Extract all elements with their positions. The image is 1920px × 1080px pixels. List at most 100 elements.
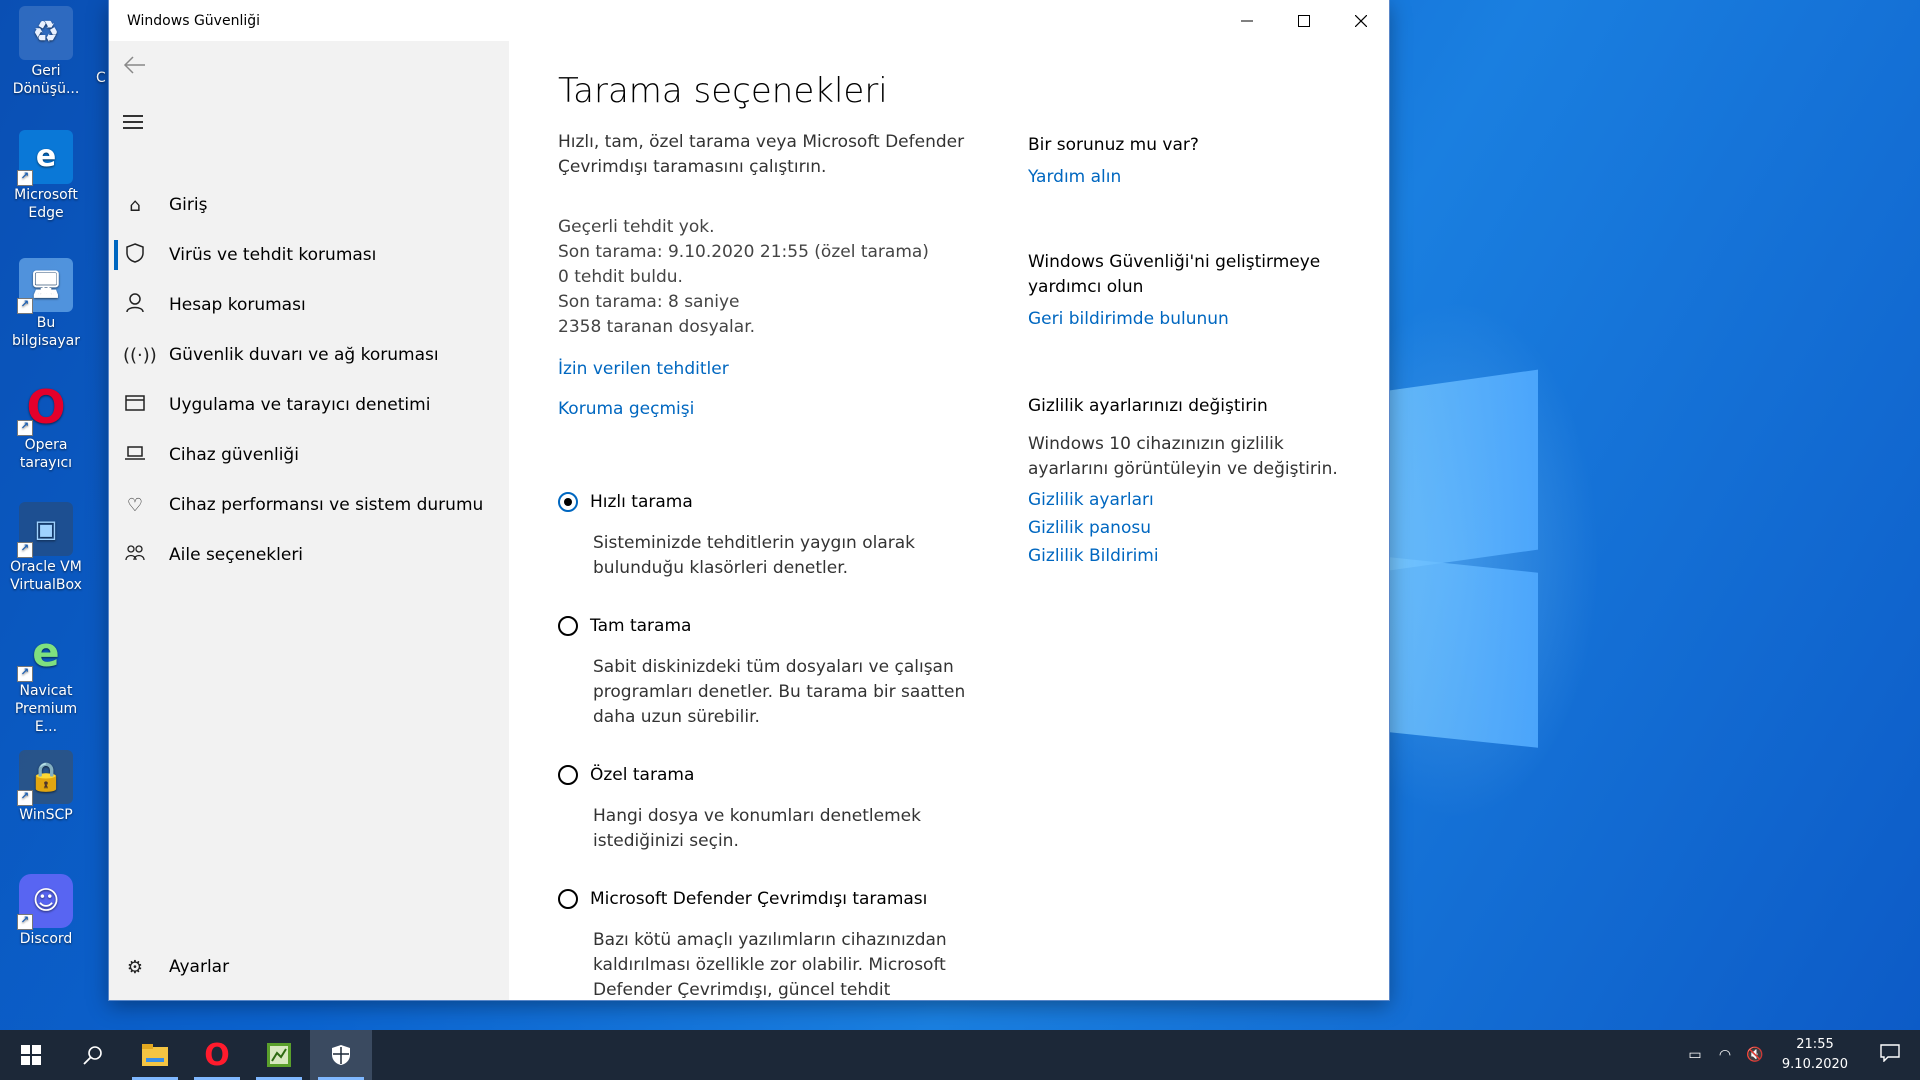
clock[interactable]: 21:55 9.10.2020 <box>1770 1035 1860 1075</box>
taskbar-file-explorer[interactable] <box>124 1030 186 1080</box>
scan-option-label: Özel tarama <box>590 765 695 785</box>
wireless-icon: ((·)) <box>123 344 157 366</box>
offline-scan-option[interactable]: Microsoft Defender Çevrimdışı taraması <box>558 889 927 909</box>
close-button[interactable] <box>1332 0 1389 41</box>
search-button[interactable] <box>62 1030 124 1080</box>
clock-time: 21:55 <box>1796 1037 1834 1052</box>
family-icon <box>123 544 147 567</box>
privacy-description: Windows 10 cihazınızın gizlilik ayarları… <box>1028 434 1338 479</box>
allowed-threats-link[interactable]: İzin verilen tehditler <box>558 359 729 379</box>
sidebar-item-label: Giriş <box>169 195 208 215</box>
status-line: Son tarama: 9.10.2020 21:55 (özel tarama… <box>558 242 929 262</box>
desktop-icon-winscp[interactable]: 🔒 ↗ WinSCP <box>2 744 90 824</box>
radio-button[interactable] <box>558 765 578 785</box>
desktop-icon-this-pc[interactable]: 🖥 ↗ Bu bilgisayar <box>2 252 90 350</box>
maximize-button[interactable] <box>1275 0 1332 41</box>
start-button[interactable] <box>0 1030 62 1080</box>
privacy-settings-link[interactable]: Gizlilik ayarları <box>1028 490 1358 510</box>
sidebar-item-settings[interactable]: ⚙ Ayarlar <box>109 944 509 990</box>
windows-security-icon <box>332 1045 350 1065</box>
virtualbox-icon: ▣ ↗ <box>17 502 73 558</box>
title-bar[interactable]: Windows Güvenliği <box>109 0 1389 41</box>
radio-button[interactable] <box>558 616 578 636</box>
scan-status: Geçerli tehdit yok. Son tarama: 9.10.202… <box>558 215 978 340</box>
hamburger-line <box>123 115 143 117</box>
scan-option-description: Bazı kötü amaçlı yazılımların cihazınızd… <box>593 930 947 1000</box>
close-icon <box>1354 14 1367 27</box>
wallpaper-beam-top <box>1390 369 1538 571</box>
status-line: 0 tehdit buldu. <box>558 267 683 287</box>
back-button[interactable] <box>123 53 159 81</box>
page-title: Tarama seçenekleri <box>558 71 888 111</box>
full-scan-option[interactable]: Tam tarama <box>558 616 691 636</box>
edge-icon: e ↗ <box>17 130 73 186</box>
desktop-partial-label: C <box>96 70 106 86</box>
shortcut-arrow-icon: ↗ <box>17 298 33 314</box>
clock-date: 9.10.2020 <box>1781 1057 1849 1072</box>
custom-scan-option[interactable]: Özel tarama <box>558 765 694 785</box>
sidebar-item-label: Ayarlar <box>169 957 230 977</box>
start-icon <box>21 1045 41 1065</box>
desktop-icon-label: Discord <box>19 931 73 947</box>
gear-icon: ⚙ <box>126 956 144 978</box>
sidebar-item-firewall[interactable]: ((·)) Güvenlik duvarı ve ağ koruması <box>109 332 509 378</box>
radio-button-checked[interactable] <box>558 492 578 512</box>
give-feedback-link[interactable]: Geri bildirimde bulunun <box>1028 309 1358 329</box>
wallpaper-beam-bottom <box>1390 557 1538 748</box>
windows-security-window: Windows Güvenliği ⌂ Giriş Virüs ve tehdi… <box>109 0 1389 1000</box>
sidebar-item-home[interactable]: ⌂ Giriş <box>109 182 509 228</box>
app-browser-icon <box>123 394 147 416</box>
privacy-dashboard-link[interactable]: Gizlilik panosu <box>1028 518 1358 538</box>
sidebar-item-virus-protection[interactable]: Virüs ve tehdit koruması <box>109 232 509 278</box>
desktop-icon-recycle-bin[interactable]: ♻ Geri Dönüşü... <box>2 0 90 98</box>
taskbar-opera[interactable]: O <box>186 1030 248 1080</box>
sidebar-item-device-security[interactable]: Cihaz güvenliği <box>109 432 509 478</box>
sidebar-item-family-options[interactable]: Aile seçenekleri <box>109 532 509 578</box>
sidebar-item-app-browser-control[interactable]: Uygulama ve tarayıcı denetimi <box>109 382 509 428</box>
shortcut-arrow-icon: ↗ <box>17 420 33 436</box>
menu-button[interactable] <box>123 111 143 133</box>
quick-scan-option[interactable]: Hızlı tarama <box>558 492 693 512</box>
protection-history-link[interactable]: Koruma geçmişi <box>558 399 694 419</box>
person-icon <box>123 292 147 318</box>
desktop-icon-label: Opera tarayıcı <box>19 437 73 471</box>
discord-icon: ☺ ↗ <box>17 874 73 930</box>
desktop-icon-label: Oracle VM VirtualBox <box>10 559 82 593</box>
battery-icon[interactable]: ▭ <box>1680 1047 1710 1063</box>
recycle-bin-icon: ♻ <box>19 6 73 60</box>
shortcut-arrow-icon: ↗ <box>17 542 33 558</box>
taskbar-windows-security[interactable] <box>310 1030 372 1080</box>
sidebar-item-device-performance[interactable]: ♡ Cihaz performansı ve sistem durumu <box>109 482 509 528</box>
computer-icon: 🖥 ↗ <box>17 258 73 314</box>
get-help-link[interactable]: Yardım alın <box>1028 167 1358 187</box>
maximize-icon <box>1297 14 1310 27</box>
help-section: Bir sorunuz mu var? Yardım alın <box>1028 133 1358 187</box>
minimize-button[interactable] <box>1218 0 1275 41</box>
sidebar-item-account-protection[interactable]: Hesap koruması <box>109 282 509 328</box>
page-description: Hızlı, tam, özel tarama veya Microsoft D… <box>558 132 965 177</box>
file-explorer-icon <box>142 1044 168 1066</box>
opera-icon: O ↗ <box>17 380 73 436</box>
minimize-icon <box>1240 20 1253 21</box>
desktop-icon-discord[interactable]: ☺ ↗ Discord <box>2 868 90 948</box>
desktop-icon-edge[interactable]: e ↗ Microsoft Edge <box>2 124 90 222</box>
hamburger-line <box>123 127 143 129</box>
laptop-icon <box>123 445 147 466</box>
network-icon[interactable]: ◠ <box>1710 1047 1740 1063</box>
back-arrow-icon <box>123 56 145 74</box>
notification-center-icon[interactable] <box>1860 1043 1920 1067</box>
sidebar-item-label: Uygulama ve tarayıcı denetimi <box>169 395 431 415</box>
window-title: Windows Güvenliği <box>127 12 260 29</box>
feedback-section: Windows Güvenliği'ni geliştirmeye yardım… <box>1028 250 1358 329</box>
taskbar-app[interactable] <box>248 1030 310 1080</box>
radio-button[interactable] <box>558 889 578 909</box>
volume-muted-icon[interactable]: 🔇 <box>1740 1047 1770 1063</box>
desktop-icon-navicat[interactable]: e ↗ Navicat Premium E... <box>2 620 90 736</box>
sidebar-item-label: Cihaz güvenliği <box>169 445 299 465</box>
sidebar-item-label: Cihaz performansı ve sistem durumu <box>169 495 484 515</box>
desktop-icon-virtualbox[interactable]: ▣ ↗ Oracle VM VirtualBox <box>2 496 90 594</box>
privacy-statement-link[interactable]: Gizlilik Bildirimi <box>1028 546 1358 566</box>
desktop-icon-label: Bu bilgisayar <box>12 315 80 349</box>
desktop-icon-opera[interactable]: O ↗ Opera tarayıcı <box>2 374 90 472</box>
feedback-heading: Windows Güvenliği'ni geliştirmeye yardım… <box>1028 252 1321 297</box>
